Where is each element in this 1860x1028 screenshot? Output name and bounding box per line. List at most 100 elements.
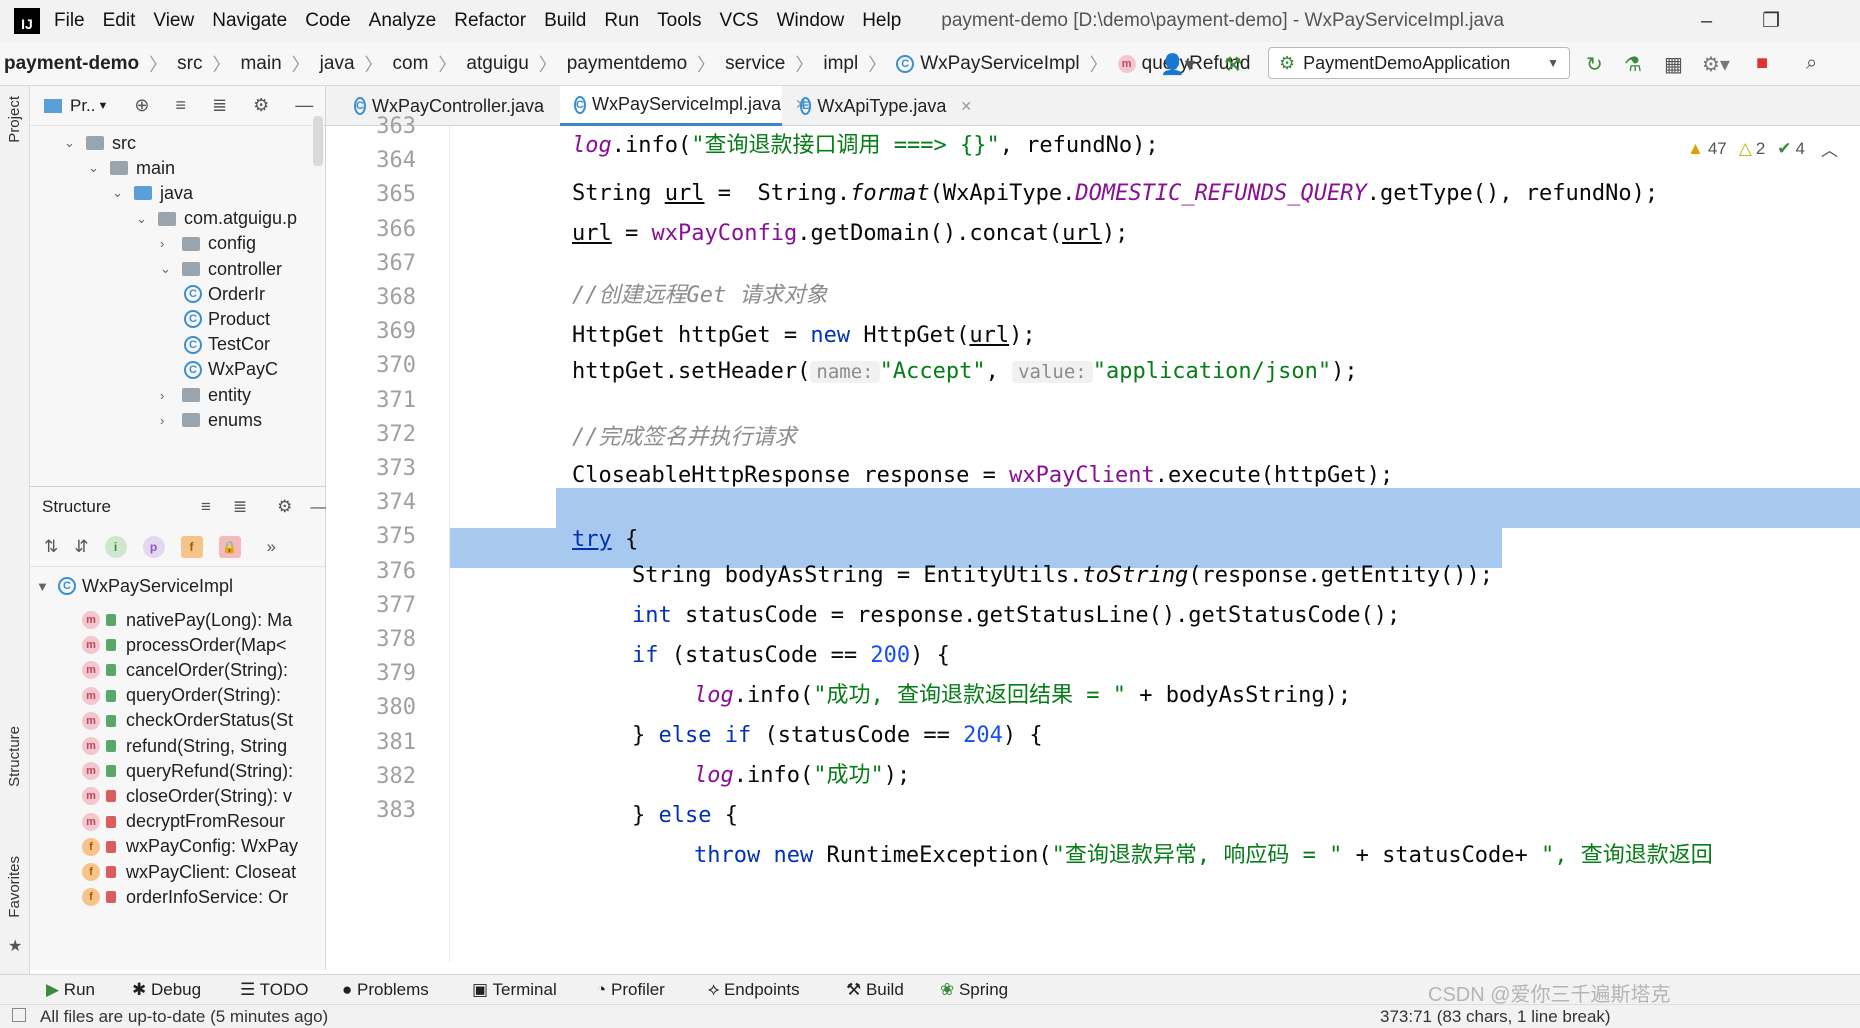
chevron-down-icon[interactable]: ⌄: [88, 160, 102, 176]
project-tree-label: OrderIr: [208, 283, 266, 304]
menu-edit[interactable]: Edit: [103, 10, 136, 32]
show-non-public-icon[interactable]: 🔒: [218, 535, 241, 558]
collapse-all-icon[interactable]: ≣: [212, 95, 227, 116]
problems-icon: ●: [342, 980, 357, 999]
profiler-tool-tab[interactable]: ◔ Profiler: [596, 980, 665, 1000]
problems-tool-tab[interactable]: ● Problems: [342, 980, 429, 1000]
breadcrumb-project[interactable]: payment-demo: [4, 53, 139, 75]
expand-all-icon[interactable]: ≡: [201, 497, 211, 517]
breadcrumb-item[interactable]: service: [725, 53, 785, 75]
structure-root[interactable]: ▼ C WxPayServiceImpl: [36, 571, 233, 601]
structure-member[interactable]: f orderInfoService: Or: [82, 882, 288, 912]
code-editor[interactable]: log.info("查询退款接口调用 ===> {}", refundNo); …: [450, 126, 1860, 962]
profiler-icon[interactable]: ⚙▾: [1702, 52, 1730, 77]
sort-alphabetically-icon[interactable]: ⇵: [74, 537, 88, 557]
terminal-tool-tab[interactable]: ▣ Terminal: [472, 980, 557, 1000]
menu-analyze[interactable]: Analyze: [369, 10, 437, 32]
menu-window[interactable]: Window: [777, 10, 845, 32]
chevron-up-icon[interactable]: ︿: [1821, 136, 1838, 161]
editor-tab-label: WxPayServiceImpl.java: [591, 94, 782, 114]
menu-vcs[interactable]: VCS: [720, 10, 759, 32]
restore-icon[interactable]: ❐: [1762, 10, 1830, 32]
hide-icon[interactable]: —: [295, 95, 313, 116]
chevron-right-icon: 〉: [438, 54, 457, 75]
menu-navigate[interactable]: Navigate: [212, 10, 287, 32]
menu-help[interactable]: Help: [862, 10, 901, 32]
chevron-right-icon[interactable]: ›: [160, 236, 174, 251]
scrollbar[interactable]: [313, 116, 323, 166]
structure-member-label: wxPayClient: Closeat: [126, 861, 297, 882]
editor-tab[interactable]: E WxApiType.java ✕: [786, 86, 972, 126]
build-tool-tab[interactable]: ⚒ Build: [846, 980, 904, 1000]
breadcrumb-item[interactable]: java: [320, 53, 355, 75]
run-tool-tab[interactable]: ▶ Run: [46, 980, 95, 1000]
gear-icon[interactable]: ⚙: [277, 497, 292, 517]
class-icon: C: [184, 310, 202, 329]
hide-icon[interactable]: —: [310, 497, 327, 517]
chevron-right-icon[interactable]: ›: [160, 388, 174, 403]
spring-tool-tab[interactable]: ❀ Spring: [940, 980, 1008, 1000]
menu-refactor[interactable]: Refactor: [454, 10, 526, 32]
close-icon[interactable]: ✕: [960, 98, 972, 115]
menu-build[interactable]: Build: [544, 10, 586, 32]
structure-tool-tab[interactable]: Structure: [6, 726, 23, 787]
build-hammer-icon[interactable]: ⚒: [1224, 52, 1242, 77]
coverage-icon[interactable]: ▦: [1664, 52, 1683, 77]
sort-by-visibility-icon[interactable]: ⇅: [44, 537, 58, 557]
structure-member-label: queryRefund(String):: [126, 760, 294, 781]
breadcrumb-item[interactable]: paymentdemo: [567, 53, 687, 75]
gear-icon[interactable]: ⚙: [253, 95, 269, 116]
debug-icon[interactable]: ⚗: [1624, 52, 1642, 77]
chevron-down-icon[interactable]: ⌄: [112, 185, 126, 201]
project-tree-item[interactable]: › enums: [160, 405, 262, 435]
run-configuration-selector[interactable]: ⚙ PaymentDemoApplication ▼: [1268, 47, 1570, 79]
chevron-down-icon[interactable]: ▼: [98, 100, 109, 112]
menu-file[interactable]: File: [54, 10, 85, 32]
project-tool-tab[interactable]: Project: [6, 96, 23, 143]
minimize-icon[interactable]: –: [1701, 10, 1762, 32]
chevron-down-icon: ▼: [36, 578, 49, 594]
chevron-down-icon[interactable]: ⌄: [136, 211, 150, 227]
chevron-down-icon[interactable]: ⌄: [64, 135, 78, 151]
collapse-all-icon[interactable]: ≣: [233, 497, 247, 517]
menu-code[interactable]: Code: [305, 10, 350, 32]
show-properties-icon[interactable]: p: [142, 535, 165, 558]
menu-view[interactable]: View: [153, 10, 194, 32]
chevron-down-icon[interactable]: ⌄: [160, 261, 174, 277]
favorites-tool-tab[interactable]: Favorites: [6, 856, 23, 918]
menu-run[interactable]: Run: [604, 10, 639, 32]
class-icon: C: [354, 97, 366, 115]
breadcrumb-item[interactable]: main: [240, 53, 281, 75]
folder-icon: [158, 211, 176, 226]
show-fields-icon[interactable]: f: [180, 535, 203, 558]
chevron-right-icon[interactable]: ›: [160, 413, 174, 428]
status-toggle-icon[interactable]: [12, 1008, 26, 1022]
more-icon[interactable]: »: [267, 537, 276, 557]
breadcrumb-item[interactable]: src: [177, 53, 202, 75]
inspection-widget[interactable]: ▲ 47 △ 2 ✔ 4 ︿: [1687, 136, 1838, 161]
debug-tool-tab[interactable]: ✱ Debug: [132, 980, 201, 1000]
rerun-icon[interactable]: ↻: [1586, 52, 1603, 77]
search-icon[interactable]: ⌕: [1806, 52, 1817, 75]
list-icon: ☰: [240, 980, 260, 999]
project-tree-label: java: [160, 182, 194, 203]
menu-tools[interactable]: Tools: [657, 10, 701, 32]
code-line-370: httpGet.setHeader(name: "Accept", value: "…: [572, 359, 1358, 384]
show-inherited-icon[interactable]: i: [104, 535, 127, 558]
editor-tab[interactable]: C WxPayServiceImpl.java ✕: [560, 86, 807, 126]
breadcrumb-item[interactable]: com: [393, 53, 429, 75]
locate-icon[interactable]: ⊕: [134, 95, 149, 116]
endpoints-tool-tab[interactable]: ⟡ Endpoints: [708, 980, 800, 1000]
structure-panel: Structure ≡ ≣ ⚙ — ⇅ ⇵ i p f 🔒 » ▼ C WxPa…: [30, 486, 327, 970]
code-line-381: log.info("成功");: [694, 763, 911, 788]
user-icon[interactable]: 👤▾: [1160, 52, 1195, 77]
stop-icon[interactable]: ■: [1756, 52, 1768, 75]
breadcrumb-class[interactable]: WxPayServiceImpl: [920, 53, 1079, 75]
caret-position[interactable]: 373:71 (83 chars, 1 line break): [1380, 1007, 1611, 1027]
expand-all-icon[interactable]: ≡: [176, 95, 187, 116]
breadcrumb-item[interactable]: atguigu: [466, 53, 528, 75]
project-panel-title[interactable]: Pr..: [70, 96, 96, 116]
todo-tool-tab[interactable]: ☰ TODO: [240, 980, 308, 1000]
breadcrumb-item[interactable]: impl: [823, 53, 858, 75]
project-tree-label: enums: [208, 409, 263, 430]
